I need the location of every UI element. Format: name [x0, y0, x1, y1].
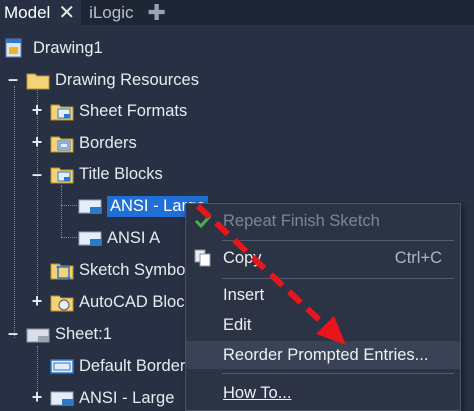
tree-label: Drawing1: [33, 38, 103, 57]
title-blocks-folder-icon: [50, 167, 74, 184]
folder-icon: [26, 73, 50, 90]
menu-item-copy[interactable]: Copy Ctrl+C: [186, 244, 460, 272]
tree-label: Title Blocks: [79, 164, 163, 183]
menu-item-reorder-prompted-entries[interactable]: Reorder Prompted Entries...: [186, 341, 460, 369]
menu-separator: [222, 240, 454, 241]
menu-item-shortcut: Ctrl+C: [394, 248, 442, 267]
menu-item-insert[interactable]: Insert: [186, 281, 460, 309]
expand-icon[interactable]: +: [30, 101, 44, 119]
collapse-icon[interactable]: –: [30, 165, 44, 183]
border-icon: [50, 359, 74, 374]
tab-ilogic[interactable]: iLogic: [81, 0, 137, 25]
menu-item-repeat-finish-sketch[interactable]: Repeat Finish Sketch: [186, 207, 460, 235]
add-tab-icon[interactable]: ✚: [148, 1, 166, 24]
tree-label: Sheet Formats: [79, 101, 188, 120]
tree-label: AutoCAD Blocks: [79, 292, 201, 311]
tab-model-label: Model: [4, 2, 51, 22]
expand-icon[interactable]: +: [30, 292, 44, 310]
menu-item-label: How To...: [223, 383, 292, 402]
menu-item-how-to[interactable]: How To...: [186, 379, 460, 407]
tree-label: Sheet:1: [55, 324, 112, 343]
tab-ilogic-label: iLogic: [89, 2, 134, 22]
title-block-icon: [78, 231, 102, 246]
tree-item-sheet1[interactable]: Sheet:1: [26, 320, 112, 348]
autocad-blocks-folder-icon: [50, 295, 74, 312]
tree-connector: [61, 237, 77, 238]
tree-item-sketch-symbols[interactable]: Sketch Symbols: [50, 256, 197, 284]
copy-icon: [194, 249, 211, 267]
tree-item-drawing-resources[interactable]: Drawing Resources: [26, 66, 199, 94]
tree-item-drawing1[interactable]: Drawing1: [4, 34, 103, 62]
tree-item-ansi-a[interactable]: ANSI A: [78, 224, 160, 252]
tab-model[interactable]: Model ✕: [0, 0, 82, 25]
collapse-icon[interactable]: –: [6, 324, 20, 342]
title-block-icon: [50, 391, 74, 406]
menu-item-edit[interactable]: Edit: [186, 311, 460, 339]
title-block-icon: [78, 199, 102, 214]
tree-label: ANSI A: [107, 228, 161, 247]
borders-folder-icon: [50, 136, 74, 153]
sheet-icon: [26, 328, 50, 343]
menu-item-label: Reorder Prompted Entries...: [223, 345, 429, 364]
menu-separator: [222, 373, 454, 374]
tree-item-autocad-blocks[interactable]: AutoCAD Blocks: [50, 288, 201, 316]
menu-item-label: Edit: [223, 315, 252, 334]
checkmark-icon: [194, 214, 212, 228]
tree-connector: [61, 185, 62, 237]
tree-item-default-border[interactable]: Default Border: [50, 352, 185, 380]
expand-icon[interactable]: +: [30, 388, 44, 406]
menu-item-label: Copy: [223, 248, 262, 267]
menu-item-label: Repeat Finish Sketch: [223, 211, 380, 230]
sketch-symbols-folder-icon: [50, 263, 74, 280]
tab-bar: Model ✕ iLogic ✚: [0, 0, 474, 25]
menu-item-label: Insert: [223, 285, 265, 304]
close-icon[interactable]: ✕: [58, 3, 75, 23]
collapse-icon[interactable]: –: [6, 70, 20, 88]
tree-item-sheet-formats[interactable]: Sheet Formats: [50, 97, 187, 125]
tree-connector: [14, 86, 15, 338]
tree-item-title-blocks[interactable]: Title Blocks: [50, 160, 163, 188]
tree-item-ansi-large-sheet[interactable]: ANSI - Large: [50, 384, 174, 411]
expand-icon[interactable]: +: [30, 133, 44, 151]
tree-connector: [61, 205, 77, 206]
sheet-formats-folder-icon: [50, 104, 74, 121]
tree-label: ANSI - Large: [79, 388, 175, 407]
tree-label: Default Border: [79, 356, 186, 375]
menu-separator: [222, 278, 454, 279]
drawing-icon: [5, 38, 22, 58]
tree-label: Borders: [79, 133, 137, 152]
tree-label: Sketch Symbols: [79, 260, 198, 279]
tree-item-borders[interactable]: Borders: [50, 129, 137, 157]
tree-label: Drawing Resources: [55, 70, 199, 89]
context-menu: Repeat Finish Sketch Copy Ctrl+C Insert …: [185, 203, 461, 411]
